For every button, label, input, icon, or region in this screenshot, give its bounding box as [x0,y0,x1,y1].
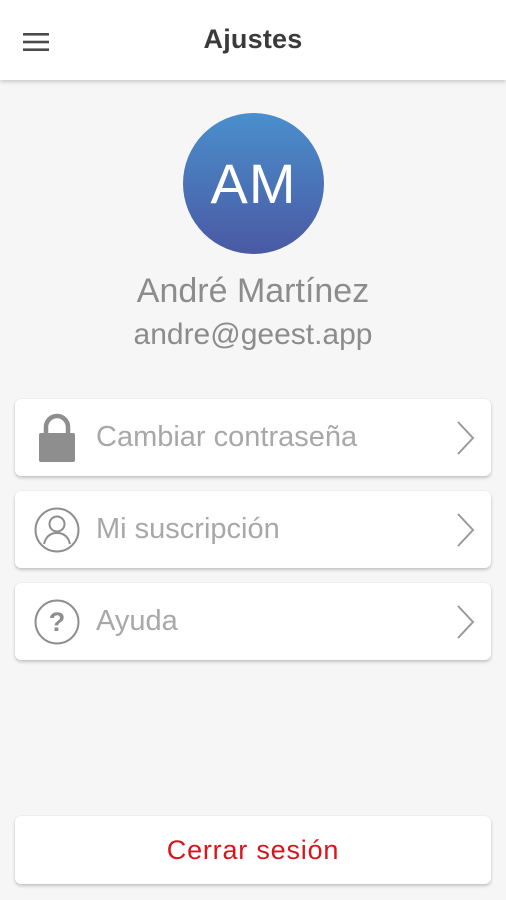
avatar: AM [183,113,324,254]
user-circle-icon [33,505,81,555]
svg-text:?: ? [49,607,66,637]
menu-item-change-password[interactable]: Cambiar contraseña [15,399,491,476]
chevron-right-icon [457,605,475,639]
page-title: Ajustes [203,24,303,54]
logout-button[interactable]: Cerrar sesión [15,816,491,884]
menu-item-label: Mi suscripción [96,513,280,545]
menu-item-label: Ayuda [96,605,178,637]
user-email: andre@geest.app [133,318,373,351]
menu-item-help[interactable]: ? Ayuda [15,583,491,660]
logout-label: Cerrar sesión [166,834,340,865]
top-app-bar: Ajustes [0,0,506,80]
avatar-initials: AM [210,152,297,215]
user-name: André Martínez [136,272,370,310]
menu-item-subscription[interactable]: Mi suscripción [15,491,491,568]
chevron-right-icon [457,513,475,547]
menu-item-label: Cambiar contraseña [96,421,358,453]
help-circle-icon: ? [33,597,81,647]
chevron-right-icon [457,421,475,455]
lock-icon [33,413,81,463]
